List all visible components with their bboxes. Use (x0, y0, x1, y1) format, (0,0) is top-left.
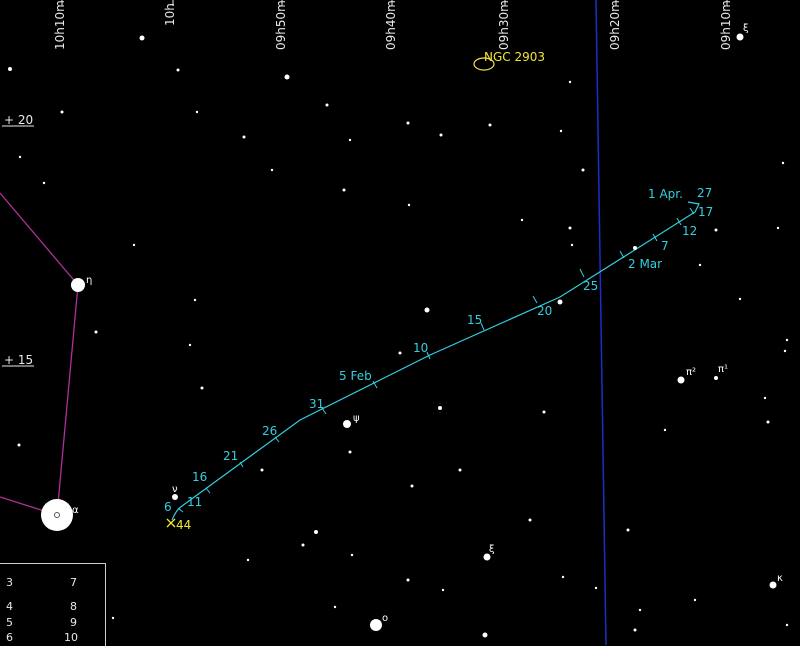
ra-label-10h: 10h (163, 3, 177, 26)
current-position-marker (166, 518, 176, 528)
ra-label-09h20m: 09h20m (608, 0, 622, 50)
star-omicron (370, 619, 382, 631)
dec-label-plus15: + 15 (4, 353, 34, 367)
ngc2903-label[interactable]: NGC 2903 (484, 50, 545, 64)
legend-mag-7: 7 (70, 576, 77, 589)
track-label-21: 21 (223, 449, 239, 463)
track-label-5feb: 5 Feb (339, 369, 372, 383)
legend-mag-10: 10 (64, 631, 78, 644)
track-label-7: 7 (661, 239, 669, 253)
star-eta (71, 278, 85, 292)
star-label-eta: η (86, 275, 93, 286)
legend-mag-4: 4 (6, 600, 13, 613)
legend-mag-3: 3 (6, 576, 13, 589)
dec-label-plus20: + 20 (4, 113, 34, 127)
track-label-16: 16 (192, 470, 208, 484)
comet-track (166, 201, 700, 528)
legend-mag-6: 6 (6, 631, 13, 644)
star-label-kappa: κ (777, 573, 783, 584)
star-alpha (41, 499, 73, 531)
legend-mag-8: 8 (70, 600, 77, 613)
legend-mag-9: 9 (70, 616, 77, 629)
track-label-1apr: 1 Apr. (648, 187, 683, 201)
star-label-pi2: π² (686, 367, 697, 378)
dec-ticks (2, 125, 34, 367)
ra-label-09h50m: 09h50m (274, 0, 288, 50)
track-label-2mar: 2 Mar (628, 257, 663, 271)
star-label-psi: ψ (353, 413, 360, 424)
track-label-20: 20 (537, 304, 553, 318)
track-label-15: 15 (467, 313, 483, 327)
track-label-31: 31 (309, 397, 325, 411)
star-xi-top (736, 33, 744, 41)
star-kappa (769, 581, 777, 589)
legend-mag-5: 5 (6, 616, 13, 629)
track-label-17: 17 (698, 205, 714, 219)
track-label-26: 26 (262, 424, 278, 438)
star-chart (0, 0, 789, 645)
star-label-pi1: π¹ (718, 364, 729, 375)
ra-label-09h10m: 09h10m (719, 0, 733, 50)
track-label-27: 27 (697, 186, 713, 200)
magnitude-legend: 3 7 4 8 5 9 6 10 (0, 563, 106, 646)
ra-label-09h30m: 09h30m (497, 0, 511, 50)
track-label-10: 10 (413, 341, 429, 355)
star-label-xi-bottom: ξ (489, 544, 495, 555)
star-label-xi-top: ξ (743, 23, 749, 34)
meridian-line (595, 0, 607, 645)
star-psi (343, 420, 351, 428)
ra-label-09h40m: 09h40m (384, 0, 398, 50)
star-label-alpha: α (72, 505, 79, 516)
track-label-25: 25 (583, 279, 599, 293)
track-label-6: 6 (164, 500, 172, 514)
track-label-12: 12 (682, 224, 698, 238)
field-stars (8, 35, 789, 638)
ra-label-10h10m: 10h10m (53, 0, 67, 50)
star-pi1 (714, 376, 718, 380)
track-label-11: 11 (187, 495, 203, 509)
star-label-nu: ν (172, 484, 178, 495)
star-label-omicron: ο (382, 613, 389, 624)
current-position-label: 44 (176, 518, 192, 532)
star-pi2 (677, 376, 685, 384)
